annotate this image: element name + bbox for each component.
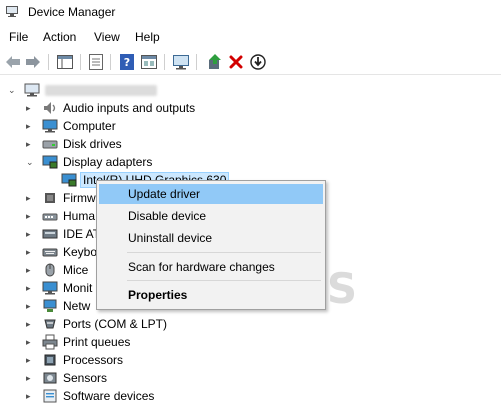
tree-item-print-queues[interactable]: ▸ Print queues xyxy=(0,333,501,351)
computer-name xyxy=(45,85,157,96)
tree-item-disk-drives[interactable]: ▸ Disk drives xyxy=(0,135,501,153)
scan-hardware-icon[interactable] xyxy=(172,53,190,71)
menu-item-update-driver[interactable]: Update driver xyxy=(99,184,323,204)
chevron-right-icon[interactable]: ▸ xyxy=(26,337,34,347)
chevron-right-icon[interactable]: ▸ xyxy=(26,283,34,293)
tree-label: Ports (COM & LPT) xyxy=(63,317,168,331)
menu-view[interactable]: View xyxy=(94,30,120,44)
menu-action[interactable]: Action xyxy=(43,30,76,44)
tree-label: Disk drives xyxy=(63,137,122,151)
chevron-right-icon[interactable]: ▸ xyxy=(26,391,34,401)
properties-icon[interactable] xyxy=(87,53,105,71)
tree-label: Monit xyxy=(63,281,93,295)
tree-item-display-adapters[interactable]: ⌄ Display adapters xyxy=(0,153,501,171)
software-device-icon xyxy=(43,389,57,403)
tree-label: Keybo xyxy=(63,245,98,259)
mouse-icon xyxy=(45,263,55,277)
tree-label: Sensors xyxy=(63,371,108,385)
chevron-right-icon[interactable]: ▸ xyxy=(26,355,34,365)
menu-item-uninstall-device[interactable]: Uninstall device xyxy=(99,228,323,248)
hid-icon xyxy=(42,213,58,221)
tree-label: Processors xyxy=(63,353,124,367)
tree-label: Netw xyxy=(63,299,91,313)
menu-help[interactable]: Help xyxy=(135,30,160,44)
display-adapter-icon xyxy=(61,173,77,187)
chevron-right-icon[interactable]: ▸ xyxy=(26,121,34,131)
chevron-right-icon[interactable]: ▸ xyxy=(26,139,34,149)
tree-label: Audio inputs and outputs xyxy=(63,101,196,115)
chevron-right-icon[interactable]: ▸ xyxy=(26,319,34,329)
tree-label: IDE AT xyxy=(63,227,101,241)
help-icon[interactable]: ? xyxy=(118,53,136,71)
tree-label: Computer xyxy=(63,119,116,133)
tree-root[interactable]: ⌄ xyxy=(0,81,501,99)
title-bar: Device Manager xyxy=(0,0,501,25)
uninstall-icon[interactable] xyxy=(227,53,245,71)
tree-label: Display adapters xyxy=(63,155,153,169)
tree-item-software-devices[interactable]: ▸ Software devices xyxy=(0,387,501,405)
monitor-icon xyxy=(42,281,58,295)
processor-icon xyxy=(44,354,56,366)
printer-icon xyxy=(42,334,58,350)
tree-label: Mice xyxy=(63,263,89,277)
tree-label: Firmw xyxy=(63,191,96,205)
update-driver-icon[interactable] xyxy=(206,53,224,71)
tree-item-ports[interactable]: ▸ Ports (COM & LPT) xyxy=(0,315,501,333)
back-arrow-icon[interactable] xyxy=(4,53,22,71)
chip-icon xyxy=(45,193,55,203)
speaker-icon xyxy=(44,102,56,114)
chevron-right-icon[interactable]: ▸ xyxy=(26,247,34,257)
chevron-right-icon[interactable]: ▸ xyxy=(26,103,34,113)
tree-item-computer[interactable]: ▸ Computer xyxy=(0,117,501,135)
chevron-right-icon[interactable]: ▸ xyxy=(26,301,34,311)
chevron-right-icon[interactable]: ▸ xyxy=(26,211,34,221)
tree-item-audio[interactable]: ▸ Audio inputs and outputs xyxy=(0,99,501,117)
tree-item-processors[interactable]: ▸ Processors xyxy=(0,351,501,369)
toolbar: ? xyxy=(0,50,501,75)
menu-item-scan-hardware[interactable]: Scan for hardware changes xyxy=(99,257,323,277)
port-icon xyxy=(44,319,56,329)
disable-device-icon[interactable] xyxy=(249,53,267,71)
menu-item-disable-device[interactable]: Disable device xyxy=(99,206,323,226)
svg-text:?: ? xyxy=(124,56,130,69)
tree-item-sensors[interactable]: ▸ Sensors xyxy=(0,369,501,387)
chevron-right-icon[interactable]: ▸ xyxy=(26,373,34,383)
computer-icon xyxy=(24,83,40,97)
forward-arrow-icon[interactable] xyxy=(24,53,42,71)
menu-separator xyxy=(127,280,321,281)
context-menu: Update driver Disable device Uninstall d… xyxy=(96,180,326,310)
menu-item-properties[interactable]: Properties xyxy=(99,285,323,305)
tree-label: Print queues xyxy=(63,335,131,349)
chevron-down-icon[interactable]: ⌄ xyxy=(8,85,16,95)
menu-separator xyxy=(127,252,321,253)
chevron-right-icon[interactable]: ▸ xyxy=(26,193,34,203)
keyboard-icon xyxy=(42,248,58,257)
menu-bar: File Action View Help xyxy=(0,27,501,47)
sensor-icon xyxy=(43,372,57,384)
ide-icon xyxy=(42,229,58,239)
view-icon[interactable] xyxy=(140,53,158,71)
monitor-icon xyxy=(42,119,58,133)
menu-file[interactable]: File xyxy=(9,30,28,44)
tree-label: Huma xyxy=(63,209,96,223)
chevron-down-icon[interactable]: ⌄ xyxy=(26,157,34,167)
device-manager-icon xyxy=(6,6,18,17)
chevron-right-icon[interactable]: ▸ xyxy=(26,229,34,239)
disk-icon xyxy=(42,140,58,149)
window-title: Device Manager xyxy=(28,5,116,19)
tree-label: Software devices xyxy=(63,389,155,403)
chevron-right-icon[interactable]: ▸ xyxy=(26,265,34,275)
display-adapter-icon xyxy=(42,155,58,169)
show-hide-tree-icon[interactable] xyxy=(56,53,74,71)
network-icon xyxy=(43,299,57,312)
